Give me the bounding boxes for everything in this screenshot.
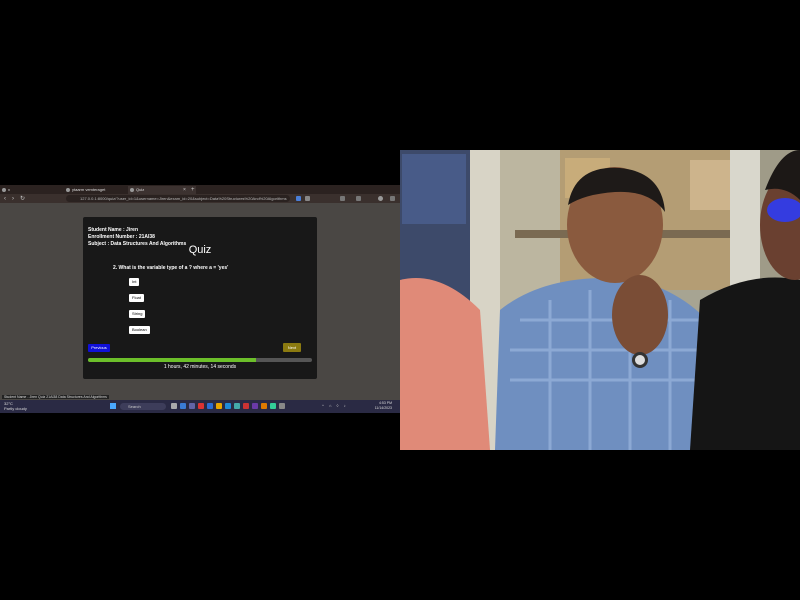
extension-icon[interactable] — [296, 196, 301, 201]
previous-button[interactable]: Previous — [88, 344, 110, 352]
tab-label: ytaarm vemteraget — [72, 187, 106, 192]
next-button[interactable]: Next — [283, 343, 301, 352]
progress-fill — [88, 358, 256, 362]
clock[interactable]: 4:53 PM 11/14/2023 — [372, 401, 392, 411]
task-view-icon[interactable] — [171, 403, 177, 409]
word-icon[interactable] — [207, 403, 213, 409]
clock-date: 11/14/2023 — [374, 406, 392, 410]
question-text: 2. What is the variable type of a ? wher… — [113, 265, 229, 271]
app-icon[interactable] — [270, 403, 276, 409]
close-tab-icon[interactable]: × — [183, 186, 186, 194]
tab-favicon-icon — [130, 188, 134, 192]
extension-icon[interactable] — [305, 196, 310, 201]
menu-icon[interactable] — [390, 196, 395, 201]
url-input[interactable]: 127.0.0.1:8000/quiz/?user_id=1&username=… — [66, 195, 290, 202]
profile-icon[interactable] — [378, 196, 383, 201]
app-icon[interactable] — [243, 403, 249, 409]
tab-favicon-icon — [2, 188, 6, 192]
enrollment-number: Enrollment Number : 21AI38 — [88, 234, 155, 240]
app-icon[interactable] — [234, 403, 240, 409]
quiz-title: Quiz — [188, 244, 212, 256]
taskbar-search[interactable]: Search — [120, 403, 166, 410]
downloads-icon[interactable] — [356, 196, 361, 201]
new-tab-icon[interactable]: + — [191, 186, 195, 194]
answer-option[interactable]: String — [129, 310, 146, 318]
webcam-image — [400, 150, 800, 450]
quiz-card: Student Name : Jiren Enrollment Number :… — [83, 217, 317, 379]
progress-bar — [88, 358, 312, 362]
vscode-icon[interactable] — [252, 403, 258, 409]
bookmark-icon[interactable] — [340, 196, 345, 201]
teams-icon[interactable] — [189, 403, 195, 409]
weather-widget[interactable]: 32°C Partly cloudy — [4, 401, 27, 411]
file-explorer-icon[interactable] — [216, 403, 222, 409]
app-icon[interactable] — [261, 403, 267, 409]
reload-icon[interactable]: ↻ — [20, 195, 25, 203]
app-icon[interactable] — [180, 403, 186, 409]
notification-bar: Student Name - Jiren Quiz 21AI38 Data St… — [2, 395, 109, 399]
forward-icon[interactable]: › — [12, 195, 14, 203]
webcam-feed — [400, 150, 800, 450]
address-bar-row: ‹ › ↻ 127.0.0.1:8000/quiz/?user_id=1&use… — [0, 194, 400, 203]
app-icon[interactable] — [279, 403, 285, 409]
answer-option[interactable]: Int — [129, 278, 140, 286]
weather-condition: Partly cloudy — [4, 406, 27, 411]
screen-share: x ytaarm vemteraget Quiz × + ‹ › ↻ 127.0… — [0, 185, 400, 413]
system-tray-icons[interactable]: ^ ⌂ ◊ ♪ — [322, 403, 348, 408]
app-icon[interactable] — [198, 403, 204, 409]
tab-label: x — [8, 187, 10, 192]
taskbar: 32°C Partly cloudy Search ^ ⌂ ◊ ♪ 4:53 P… — [0, 400, 400, 413]
app-icon[interactable] — [225, 403, 231, 409]
answer-option[interactable]: Boolean — [129, 326, 150, 334]
browser-tab[interactable]: ytaarm vemteraget — [64, 186, 134, 194]
student-name: Student Name : Jiren — [88, 227, 139, 233]
timer-text: 1 hours, 42 minutes, 14 seconds — [163, 364, 237, 370]
back-icon[interactable]: ‹ — [4, 195, 6, 203]
tab-label: Quiz — [136, 187, 145, 192]
answer-option[interactable]: Float — [129, 294, 144, 302]
tab-favicon-icon — [66, 188, 70, 192]
browser-tab-bar: x ytaarm vemteraget Quiz × + — [0, 185, 400, 194]
browser-tab[interactable]: x — [0, 186, 70, 194]
windows-start-icon[interactable] — [110, 403, 116, 409]
